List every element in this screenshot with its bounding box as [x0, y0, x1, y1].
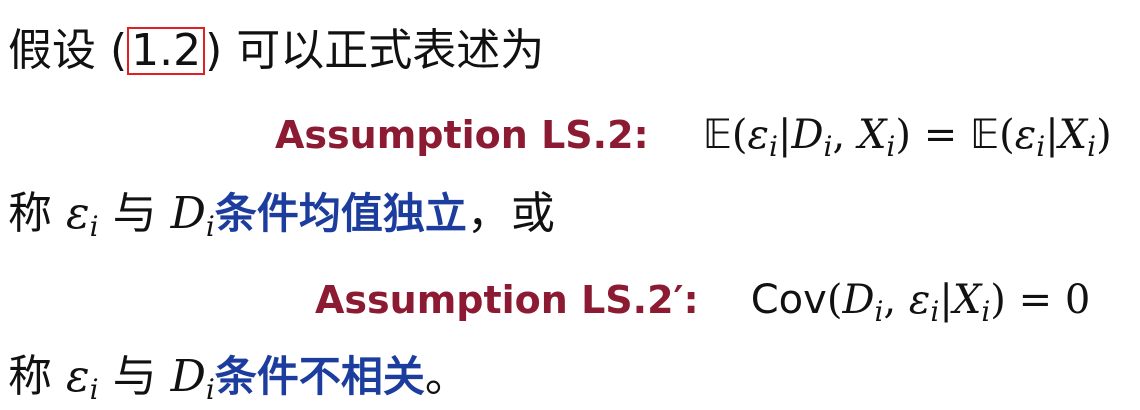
x-symbol: X: [952, 277, 982, 323]
assumption-ls2prime-line: Assumption LS.2′: Cov(Di, εi|Xi) = 0: [315, 277, 1090, 326]
x-symbol: X: [857, 112, 887, 158]
paren-open: (: [731, 112, 748, 158]
given-bar: |: [777, 112, 792, 158]
epsilon-symbol: ε: [747, 112, 769, 158]
def1-mid: 与: [98, 188, 171, 239]
equation-ref-link[interactable]: 1.2: [127, 27, 206, 75]
assumption-ls2prime-formula: Cov(Di, εi|Xi) = 0: [750, 277, 1091, 326]
term-mean-independence: 条件均值独立: [214, 189, 467, 238]
epsilon-symbol: ε: [908, 277, 931, 323]
def2-suffix: 。: [424, 351, 469, 402]
subscript-i: i: [89, 210, 99, 243]
paren-open: (: [826, 277, 843, 323]
expectation-symbol: 𝔼: [702, 112, 732, 158]
comma: ,: [832, 112, 858, 158]
epsilon-symbol: ε: [1014, 112, 1037, 158]
term-conditionally-uncorrelated: 条件不相关: [214, 352, 425, 401]
epsilon-symbol: ε: [66, 351, 90, 402]
intro-line: 假设 (1.2) 可以正式表述为: [8, 27, 544, 75]
d-symbol: D: [791, 112, 824, 158]
paren-open: (: [999, 112, 1015, 158]
assumption-ls2-formula: 𝔼(εi|Di, Xi) = 𝔼(εi|Xi): [702, 112, 1112, 161]
subscript-i: i: [823, 130, 833, 163]
subscript-i: i: [1036, 130, 1046, 163]
comma: ,: [883, 277, 909, 323]
subscript-i: i: [769, 130, 778, 163]
paren-close: ): [895, 112, 911, 158]
given-bar: |: [939, 277, 953, 323]
d-symbol: D: [170, 351, 206, 402]
assumption-ls2-line: Assumption LS.2: 𝔼(εi|Di, Xi) = 𝔼(εi|Xi): [275, 112, 1112, 161]
def2-mid: 与: [98, 351, 171, 402]
cov-operator: Cov: [750, 277, 827, 323]
equals-sign: =: [911, 112, 970, 158]
assumption-ls2-label: Assumption LS.2:: [275, 113, 649, 157]
x-symbol: X: [1058, 112, 1088, 158]
subscript-i: i: [930, 295, 940, 328]
expectation-symbol: 𝔼: [969, 112, 1000, 158]
subscript-i: i: [981, 295, 991, 328]
given-bar: |: [1045, 112, 1059, 158]
def1-suffix: ，或: [466, 188, 555, 239]
intro-suffix: ) 可以正式表述为: [205, 25, 545, 76]
definition-line-2: 称 εi 与 Di条件不相关。: [8, 355, 469, 404]
definition-line-1: 称 εi 与 Di条件均值独立，或: [8, 192, 555, 241]
d-symbol: D: [842, 277, 875, 323]
paren-close: ): [990, 277, 1006, 323]
paren-close: ): [1096, 112, 1112, 158]
intro-prefix: 假设 (: [8, 25, 128, 76]
assumption-ls2prime-label: Assumption LS.2′:: [315, 278, 699, 322]
subscript-i: i: [89, 373, 99, 406]
epsilon-symbol: ε: [66, 188, 90, 239]
def1-prefix: 称: [8, 188, 66, 239]
equals-zero: = 0: [1005, 277, 1091, 323]
subscript-i: i: [1087, 130, 1097, 163]
def2-prefix: 称: [8, 351, 66, 402]
subscript-i: i: [205, 210, 215, 243]
subscript-i: i: [205, 373, 215, 406]
d-symbol: D: [170, 188, 206, 239]
